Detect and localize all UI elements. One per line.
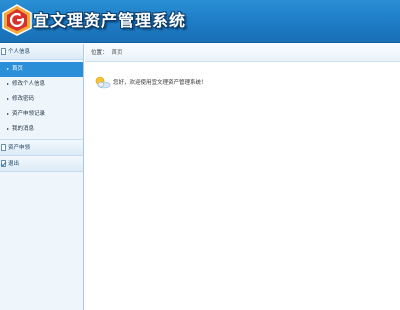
sidebar-group-label: 个人信息: [8, 49, 31, 55]
breadcrumb-current: 首页: [111, 50, 123, 56]
breadcrumb: 位置： 首页: [85, 44, 400, 62]
breadcrumb-label: 位置：: [91, 50, 108, 56]
bullet-arrow-icon: [7, 128, 9, 130]
checkbox-icon: [1, 160, 6, 167]
sidebar-item-label: 资产申领记录: [12, 111, 46, 117]
sidebar-item-label: 我的消息: [12, 126, 35, 132]
sidebar-item-change-password[interactable]: 修改密码: [0, 92, 83, 107]
bullet-arrow-icon: [7, 68, 9, 70]
sidebar-item-edit-profile[interactable]: 修改个人信息: [0, 77, 83, 92]
sidebar: 个人信息 首页 修改个人信息 修改密码 资产申领记录 我的消息 资产申领 退出: [0, 44, 84, 310]
sidebar-item-label: 首页: [12, 66, 24, 72]
welcome-text: 您好，欢迎使用宜文理资产管理系统！: [113, 80, 207, 86]
sidebar-group-logout[interactable]: 退出: [0, 156, 83, 172]
main-content: 位置： 首页 您好，欢迎使用宜文理资产管理系统！: [85, 44, 400, 310]
sidebar-item-asset-records[interactable]: 资产申领记录: [0, 107, 83, 122]
folder-icon: [1, 144, 6, 151]
app-header: 宜文理资产管理系统: [0, 0, 400, 43]
bullet-arrow-icon: [7, 83, 9, 85]
app-logo-icon: [2, 4, 32, 36]
bullet-arrow-icon: [7, 113, 9, 115]
sidebar-item-home[interactable]: 首页: [0, 62, 83, 77]
sidebar-group-label: 退出: [8, 161, 20, 167]
welcome-message: 您好，欢迎使用宜文理资产管理系统！: [93, 76, 207, 89]
sidebar-item-label: 修改个人信息: [12, 81, 46, 87]
sidebar-item-messages[interactable]: 我的消息: [0, 122, 83, 137]
sidebar-item-label: 修改密码: [12, 96, 35, 102]
sidebar-group-personal-info[interactable]: 个人信息: [0, 44, 83, 60]
app-title: 宜文理资产管理系统: [33, 11, 187, 30]
sidebar-group-asset-request[interactable]: 资产申领: [0, 140, 83, 156]
sidebar-sublist: 首页 修改个人信息 修改密码 资产申领记录 我的消息: [0, 60, 83, 140]
bullet-arrow-icon: [7, 98, 9, 100]
weather-sun-cloud-icon: [95, 76, 111, 89]
sidebar-group-label: 资产申领: [8, 145, 31, 151]
folder-icon: [1, 48, 6, 55]
